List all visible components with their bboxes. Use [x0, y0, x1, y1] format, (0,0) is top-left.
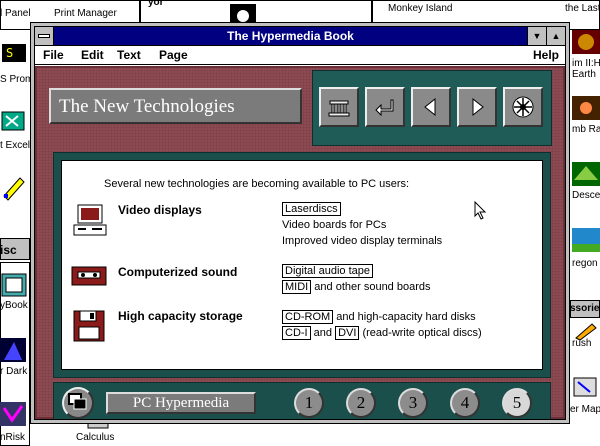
- window-client: The Hypermedia Book ▼ ▲ File Edit Text P…: [34, 26, 566, 420]
- mouse-pointer-icon: [474, 201, 487, 220]
- dos-prompt-icon[interactable]: S: [0, 40, 32, 70]
- hyperlink-midi[interactable]: MIDI: [282, 280, 312, 294]
- risk-icon[interactable]: [0, 400, 32, 430]
- hyperlink-cd-rom[interactable]: CD-ROM: [282, 310, 334, 324]
- system-menu-icon: [38, 34, 50, 38]
- bg-label: er Map: [570, 404, 600, 415]
- system-menu-button[interactable]: [35, 27, 54, 45]
- link-line[interactable]: Laserdiscs: [282, 202, 341, 216]
- bg-label: regon: [572, 258, 598, 269]
- menu-page[interactable]: Page: [159, 48, 188, 62]
- menu-text[interactable]: Text: [117, 48, 141, 62]
- window-title: The Hypermedia Book: [227, 29, 354, 43]
- text-line: Improved video display terminals: [282, 235, 443, 247]
- excel-icon[interactable]: [0, 106, 32, 136]
- compass-icon: [512, 96, 534, 118]
- chapter-button-3[interactable]: 3: [398, 388, 428, 418]
- page-heading: The New Technologies: [59, 96, 235, 117]
- svg-text:S: S: [6, 46, 13, 60]
- return-button[interactable]: [365, 87, 405, 127]
- menu-edit[interactable]: Edit: [81, 48, 104, 62]
- hyperlink-laserdiscs[interactable]: Laserdiscs: [282, 202, 341, 216]
- text-fragment: and: [310, 327, 336, 339]
- chapter-button-1[interactable]: 1: [294, 388, 324, 418]
- section-title: High capacity storage: [118, 309, 243, 323]
- book-title-plate: PC Hypermedia: [106, 392, 256, 414]
- bg-label: im II:H Earth: [572, 58, 600, 80]
- map-icon[interactable]: [572, 374, 600, 404]
- bg-label: ssories: [570, 303, 600, 314]
- content-page: Several new technologies are becoming av…: [61, 160, 543, 370]
- library-button[interactable]: [319, 87, 359, 127]
- bg-label: Desce: [572, 190, 600, 201]
- link-line: MIDI and other sound boards: [282, 280, 431, 294]
- chapter-button-5[interactable]: 5: [502, 388, 532, 418]
- earth-game-icon[interactable]: [572, 28, 600, 58]
- video-display-icon: [73, 204, 107, 236]
- bg-label: Print Manager: [54, 8, 117, 19]
- text-line: Video boards for PCs: [282, 219, 387, 231]
- link-line[interactable]: Digital audio tape: [282, 264, 374, 278]
- home-button[interactable]: [62, 387, 94, 419]
- chapter-strip: PC Hypermedia 1 2 3 4 5: [53, 382, 551, 419]
- menu-help[interactable]: Help: [533, 48, 559, 62]
- bg-label: Monkey Island: [388, 3, 453, 14]
- next-page-button[interactable]: [457, 87, 497, 127]
- intro-text: Several new technologies are becoming av…: [104, 178, 410, 190]
- return-icon: [375, 99, 394, 117]
- section-title: Video displays: [118, 203, 202, 217]
- bg-label: yor: [148, 0, 164, 8]
- book-area: The New Technologies Several new technol…: [35, 66, 565, 419]
- page-heading-plate: The New Technologies: [49, 88, 302, 124]
- tomb-game-icon[interactable]: [572, 94, 600, 124]
- bg-label: the Last Cr: [565, 3, 600, 14]
- previous-page-button[interactable]: [411, 87, 451, 127]
- bg-label: isc: [0, 243, 17, 257]
- pen-icon[interactable]: [0, 172, 32, 202]
- hypermedia-book-window: The Hypermedia Book ▼ ▲ File Edit Text P…: [30, 22, 570, 424]
- paintbrush-icon[interactable]: [572, 320, 600, 350]
- link-line: CD-I and DVI (read-write optical discs): [282, 326, 482, 340]
- book-title: PC Hypermedia: [132, 395, 230, 411]
- link-line: CD-ROM and high-capacity hard disks: [282, 310, 476, 324]
- bg-label: r Dark: [0, 366, 28, 377]
- hyperlink-cd-i[interactable]: CD-I: [282, 326, 311, 340]
- floppy-disk-icon: [73, 310, 105, 342]
- bg-label: nRisk: [0, 432, 26, 443]
- book-icon[interactable]: [0, 270, 32, 300]
- dark-game-icon[interactable]: [0, 336, 32, 366]
- arrow-up-icon: ▲: [551, 31, 561, 41]
- bg-label: mb Ra: [572, 124, 600, 135]
- menu-bar: File Edit Text Page Help: [35, 46, 565, 65]
- hyperlink-digital-audio-tape[interactable]: Digital audio tape: [282, 264, 374, 278]
- maximize-button[interactable]: ▲: [546, 27, 565, 45]
- sound-tape-icon: [71, 266, 107, 286]
- text-fragment: and high-capacity hard disks: [333, 311, 476, 323]
- text-fragment: (read-write optical discs): [359, 327, 482, 339]
- hyperlink-dvi[interactable]: DVI: [335, 326, 360, 340]
- chapter-button-4[interactable]: 4: [450, 388, 480, 418]
- navigation-strip: [312, 70, 552, 146]
- oregon-game-icon[interactable]: [572, 226, 600, 256]
- bg-label: yBook: [0, 300, 28, 311]
- title-bar[interactable]: The Hypermedia Book ▼ ▲: [35, 27, 565, 46]
- minimize-button[interactable]: ▼: [527, 27, 546, 45]
- bg-label: t Excel: [0, 140, 31, 151]
- text-fragment: and other sound boards: [311, 281, 431, 293]
- compass-button[interactable]: [503, 87, 543, 127]
- chapter-button-2[interactable]: 2: [346, 388, 376, 418]
- arrow-right-icon: [472, 97, 484, 117]
- arrow-down-icon: ▼: [532, 31, 542, 41]
- menu-file[interactable]: File: [43, 48, 64, 62]
- descent-game-icon[interactable]: [572, 160, 600, 190]
- content-page-frame: Several new technologies are becoming av…: [53, 152, 551, 378]
- library-icon: [328, 100, 350, 117]
- window-stack-icon: [68, 393, 87, 410]
- arrow-left-icon: [424, 97, 436, 117]
- section-title: Computerized sound: [118, 265, 238, 279]
- bg-label: l Panel: [0, 8, 31, 19]
